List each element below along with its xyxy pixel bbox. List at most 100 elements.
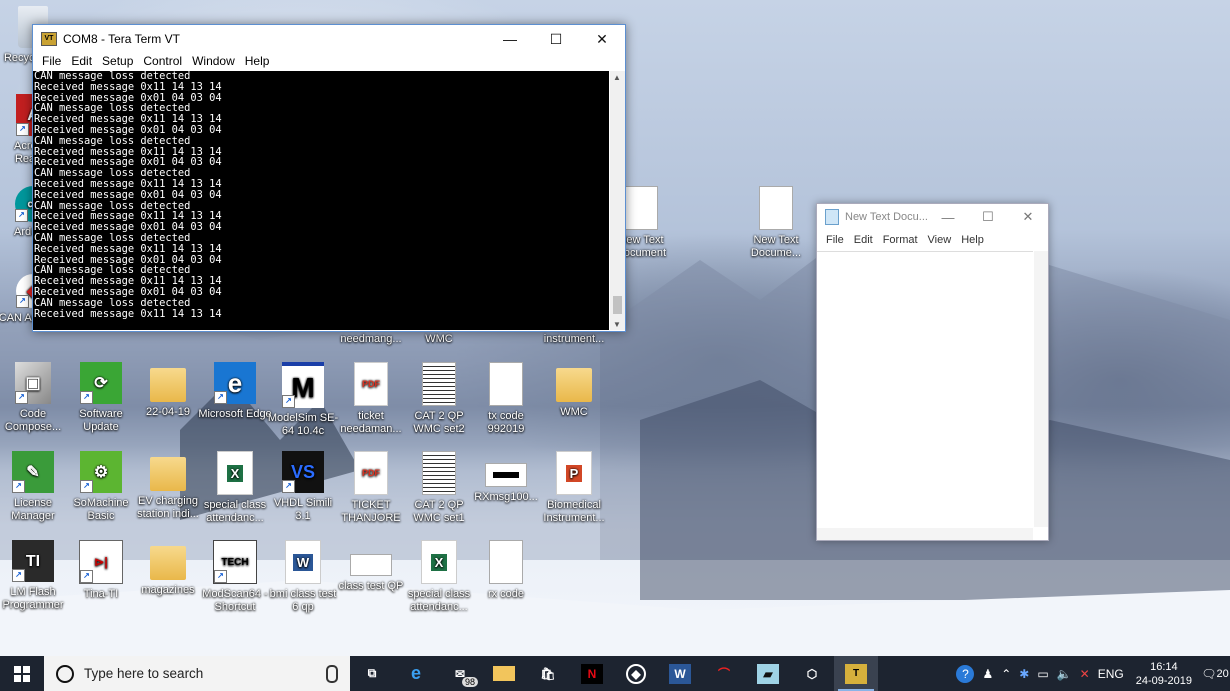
taskbar-netflix[interactable]: N [570, 656, 614, 691]
menu-file[interactable]: File [37, 53, 66, 70]
menu-help[interactable]: Help [240, 53, 275, 70]
volume-icon[interactable]: 🔈 [1057, 667, 1072, 681]
bluetooth-icon[interactable]: ✱ [1019, 667, 1029, 681]
notepad-vertical-scrollbar[interactable] [1034, 251, 1048, 527]
desktop-icon-code-composer[interactable]: ▣ ↗ Code Compose... [0, 362, 70, 434]
menu-help[interactable]: Help [956, 230, 989, 250]
menu-control[interactable]: Control [138, 53, 187, 70]
desktop-icon-tina-ti[interactable]: ⊳| ↗ Tina-TI [64, 540, 138, 601]
desktop-icon-tx-code[interactable]: tx code 992019 [469, 362, 543, 436]
icon-label: ticket needaman... [340, 410, 402, 435]
maximize-button[interactable]: ☐ [533, 25, 579, 53]
desktop-icon-biomedical[interactable]: P Biomedical Instrument... [537, 451, 611, 525]
desktop-icon-bmi-class-test[interactable]: W bmi class test 6 qp [266, 540, 340, 614]
taskbar-notes[interactable]: ▰ [746, 656, 790, 691]
minimize-button[interactable]: — [487, 25, 533, 53]
terminal-line: CAN message loss detected [34, 134, 191, 147]
desktop-icon-rx-code[interactable]: rx code [469, 540, 543, 601]
menu-file[interactable]: File [821, 230, 849, 250]
battery-icon[interactable]: ▭ [1037, 667, 1048, 681]
folder-icon [150, 457, 186, 491]
scroll-down-icon[interactable]: ▼ [613, 320, 621, 329]
desktop-icon-lm-flash[interactable]: TI ↗ LM Flash Programmer [0, 540, 70, 612]
menu-edit[interactable]: Edit [66, 53, 97, 70]
network-icon[interactable]: ✕ [1080, 667, 1090, 681]
taskbar-compass[interactable]: ◆ [614, 656, 658, 691]
folder-icon [556, 368, 592, 402]
icon-label: ModScan64 - Shortcut [202, 588, 268, 613]
desktop-icon-ticket-thanjore[interactable]: PDF TICKET THANJORE [334, 451, 408, 525]
desktop-icon-wmc-folder[interactable]: WMC [537, 362, 611, 419]
notepad-menubar: File Edit Format View Help [817, 230, 1048, 250]
close-button[interactable]: ✕ [1008, 204, 1048, 230]
desktop-icon-instrument-top[interactable]: instrument... [537, 333, 611, 346]
desktop-icon-software-update[interactable]: ⟳ ↗ Software Update [64, 362, 138, 434]
desktop-icon-needmang[interactable]: needmang... [334, 333, 408, 346]
language-indicator[interactable]: ENG [1098, 667, 1124, 681]
taskbar-store[interactable]: 🛍 [526, 656, 570, 691]
desktop-icon-license-manager[interactable]: ✎ ↗ License Manager [0, 451, 70, 523]
taskbar-edge[interactable]: e [394, 656, 438, 691]
icon-label: WMC [425, 333, 453, 345]
desktop-icon-ev-charging[interactable]: EV charging station indi... [131, 451, 205, 521]
notification-count: 20 [1216, 667, 1229, 680]
desktop-icon-class-test-qp[interactable]: class test QP [334, 540, 408, 593]
menu-edit[interactable]: Edit [849, 230, 878, 250]
desktop-icon-ticket-needaman[interactable]: PDF ticket needaman... [334, 362, 408, 436]
microphone-icon[interactable] [326, 664, 338, 683]
scroll-up-icon[interactable]: ▲ [613, 73, 621, 82]
icon-label: CAT 2 QP WMC set2 [413, 410, 465, 435]
teraterm-titlebar[interactable]: VT COM8 - Tera Term VT — ☐ ✕ [33, 25, 625, 53]
teraterm-icon: VT [41, 32, 57, 46]
chevron-up-icon[interactable]: ⌃ [1001, 667, 1011, 681]
desktop-icon-folder-22-04-19[interactable]: 22-04-19 [131, 362, 205, 419]
desktop-icon-new-text-document-2[interactable]: New Text Docume... [739, 186, 813, 260]
terminal-output[interactable]: CAN message loss detected Received messa… [33, 71, 609, 330]
taskbar-mail[interactable]: ✉ 98 [438, 656, 482, 691]
clock[interactable]: 16:14 24-09-2019 [1136, 660, 1192, 688]
desktop-icon-microsoft-edge[interactable]: e ↗ Microsoft Edge [198, 362, 272, 421]
scrollbar-thumb[interactable] [613, 296, 622, 314]
people-icon[interactable]: ♟ [982, 667, 993, 681]
menu-format[interactable]: Format [878, 230, 923, 250]
icon-label: License Manager [11, 497, 55, 522]
desktop-icon-rxmsg[interactable]: RXmsg100... [469, 451, 543, 504]
shortcut-arrow-icon: ↗ [12, 480, 25, 493]
notepad-text-area[interactable] [817, 251, 1033, 528]
taskbar-search-box[interactable]: Type here to search [44, 656, 350, 691]
taskbar-file-explorer[interactable] [482, 656, 526, 691]
desktop-icon-vhdl-simili[interactable]: VS ↗ VHDL Simili 3.1 [266, 451, 340, 523]
minimize-button[interactable]: — [928, 204, 968, 230]
teraterm-window[interactable]: VT COM8 - Tera Term VT — ☐ ✕ File Edit S… [32, 24, 626, 332]
taskbar-task-view[interactable]: ⧉ [350, 656, 394, 691]
taskbar-acrobat[interactable]: ⌒ [702, 656, 746, 691]
menu-window[interactable]: Window [187, 53, 240, 70]
maximize-button[interactable]: ☐ [968, 204, 1008, 230]
desktop-icon-wmc-top[interactable]: WMC [402, 333, 476, 346]
desktop-icon-cat2-qp-wmc-set1[interactable]: CAT 2 QP WMC set1 [402, 451, 476, 525]
code-composer-icon: ▣ ↗ [15, 362, 51, 404]
desktop-icon-special-class-1[interactable]: X special class attendanc... [198, 451, 272, 525]
windows-logo-icon [14, 665, 30, 682]
desktop-icon-special-class-2[interactable]: X special class attendanc... [402, 540, 476, 614]
terminal-scrollbar[interactable]: ▲ ▼ [610, 71, 625, 330]
menu-view[interactable]: View [923, 230, 957, 250]
desktop-icon-somachine-basic[interactable]: ⚙ ↗ SoMachine Basic [64, 451, 138, 523]
desktop-icon-modscan64[interactable]: TECH ↗ ModScan64 - Shortcut [198, 540, 272, 614]
taskbar-teraterm[interactable]: T [834, 656, 878, 691]
start-button[interactable] [0, 656, 44, 691]
edge-icon: e [410, 663, 421, 683]
taskbar-3d-viewer[interactable]: ⬡ [790, 656, 834, 691]
help-icon[interactable]: ? [956, 664, 975, 683]
notepad-window[interactable]: New Text Docu... — ☐ ✕ File Edit Format … [816, 203, 1049, 541]
desktop-icon-magazines[interactable]: magazines [131, 540, 205, 597]
desktop-icon-modelsim[interactable]: M ↗ ModelSim SE-64 10.4c [266, 362, 340, 438]
action-center-button[interactable]: 🗨 20 [1200, 656, 1230, 691]
close-button[interactable]: ✕ [579, 25, 625, 53]
notepad-titlebar[interactable]: New Text Docu... — ☐ ✕ [817, 204, 1048, 230]
notepad-icon [825, 209, 839, 225]
menu-setup[interactable]: Setup [97, 53, 138, 70]
notepad-horizontal-scrollbar[interactable] [817, 528, 1033, 540]
taskbar-word[interactable]: W [658, 656, 702, 691]
desktop-icon-cat2-qp-wmc-set2[interactable]: CAT 2 QP WMC set2 [402, 362, 476, 436]
